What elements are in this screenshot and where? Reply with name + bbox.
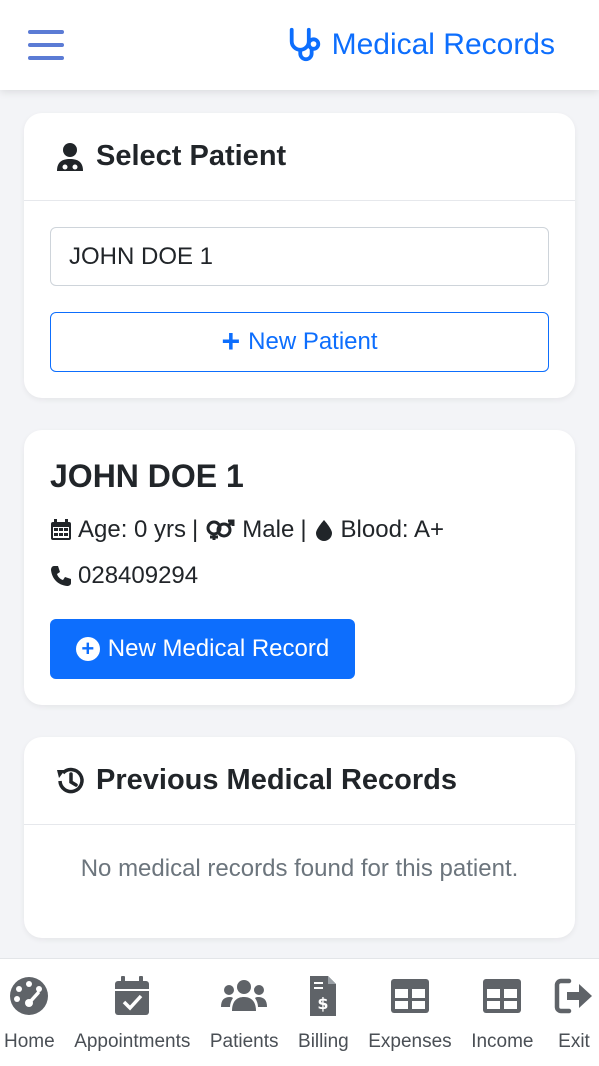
- nav-home[interactable]: Home: [4, 959, 55, 1066]
- patient-blood-type: Blood: A+: [340, 516, 444, 543]
- hamburger-icon[interactable]: [28, 30, 64, 60]
- venus-mars-icon: [206, 519, 235, 540]
- nav-appointments[interactable]: Appointments: [74, 959, 190, 1066]
- plus-circle-icon: +: [75, 637, 100, 661]
- palette-icon: [10, 977, 49, 1015]
- patient-select-input[interactable]: [50, 227, 549, 286]
- new-medical-record-button[interactable]: + New Medical Record: [50, 619, 355, 679]
- nav-label: Home: [4, 1031, 55, 1052]
- previous-records-header: Previous Medical Records: [24, 737, 575, 825]
- patient-phone: 028409294: [78, 562, 199, 589]
- invoice-dollar-icon: $: [310, 976, 337, 1016]
- separator: |: [300, 516, 307, 543]
- patient-age: Age: 0 yrs: [78, 516, 187, 543]
- users-icon: [221, 980, 268, 1011]
- svg-text:$: $: [318, 994, 329, 1013]
- patient-info-card: JOHN DOE 1 Age: 0 yrs | Male | Blood: A+: [24, 430, 575, 705]
- patient-phone-row: 028409294: [50, 562, 198, 590]
- nav-label: Exit: [558, 1031, 590, 1052]
- nav-label: Appointments: [74, 1031, 191, 1052]
- previous-records-card: Previous Medical Records No medical reco…: [24, 737, 575, 938]
- select-patient-card: Select Patient + New Patient: [24, 113, 575, 398]
- droplet-icon: [315, 520, 332, 541]
- nav-expenses[interactable]: Expenses: [368, 959, 452, 1066]
- select-patient-title: Select Patient: [96, 140, 287, 172]
- plus-icon: +: [221, 322, 241, 359]
- stethoscope-icon: [289, 27, 320, 62]
- patient-demographics: Age: 0 yrs | Male | Blood: A+: [50, 516, 444, 544]
- separator: |: [192, 516, 199, 543]
- app-title: Medical Records: [331, 28, 555, 61]
- previous-records-title: Previous Medical Records: [96, 764, 458, 796]
- nav-label: Income: [471, 1031, 534, 1052]
- calendar-check-icon: [115, 976, 150, 1015]
- top-bar: Medical Records: [0, 0, 599, 90]
- table-icon: [483, 979, 522, 1013]
- empty-records-message: No medical records found for this patien…: [80, 855, 519, 882]
- nav-label: Patients: [209, 1031, 279, 1052]
- table-icon: [390, 979, 429, 1013]
- new-patient-label: New Patient: [248, 328, 378, 355]
- phone-icon: [51, 566, 71, 586]
- history-icon: [57, 767, 84, 793]
- nav-income[interactable]: Income: [471, 959, 534, 1066]
- nav-label: Billing: [298, 1031, 349, 1052]
- nav-billing[interactable]: $ Billing: [298, 959, 349, 1066]
- nav-patients[interactable]: Patients: [210, 959, 279, 1066]
- nav-label: Expenses: [368, 1031, 452, 1052]
- new-patient-button[interactable]: + New Patient: [50, 312, 549, 372]
- select-patient-header: Select Patient: [24, 113, 575, 201]
- sign-out-icon: [554, 978, 592, 1014]
- new-medical-record-label: New Medical Record: [107, 635, 330, 662]
- calendar-icon: [51, 519, 71, 540]
- patient-name: JOHN DOE 1: [50, 458, 244, 494]
- patient-gender: Male: [242, 516, 295, 543]
- bottom-navigation: Home Appointments Patients $ Billing Exp…: [0, 958, 599, 1066]
- app-brand[interactable]: Medical Records: [286, 26, 555, 64]
- user-doctor-icon: [57, 142, 83, 171]
- nav-exit[interactable]: Exit: [553, 959, 595, 1066]
